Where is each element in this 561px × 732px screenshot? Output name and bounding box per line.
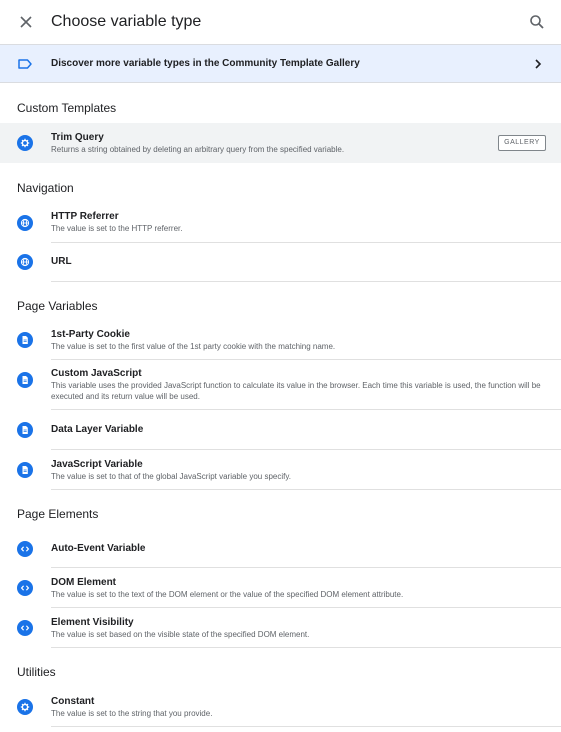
globe-icon <box>17 254 33 270</box>
item-description: Returns a string obtained by deleting an… <box>51 145 345 154</box>
item-description: The value is set to that of the global J… <box>51 472 291 481</box>
divider <box>51 726 561 727</box>
variable-type-http-referrer[interactable]: HTTP Referrer The value is set to the HT… <box>0 203 561 243</box>
item-title: URL <box>51 256 72 267</box>
variable-type-url[interactable]: URL <box>0 243 561 282</box>
close-icon[interactable] <box>16 12 36 32</box>
variable-type-1st-party-cookie[interactable]: 1st-Party Cookie The value is set to the… <box>0 321 561 360</box>
variable-type-javascript-variable[interactable]: JavaScript Variable The value is set to … <box>0 450 561 490</box>
item-title: Auto-Event Variable <box>51 543 146 554</box>
variable-type-custom-javascript[interactable]: Custom JavaScript This variable uses the… <box>0 360 561 410</box>
variable-type-auto-event-variable[interactable]: Auto-Event Variable <box>0 529 561 568</box>
gallery-badge[interactable]: GALLERY <box>498 135 546 151</box>
code-icon <box>17 580 33 596</box>
variable-type-constant[interactable]: Constant The value is set to the string … <box>0 687 561 727</box>
code-icon <box>17 620 33 636</box>
item-title: Trim Query <box>51 132 104 143</box>
document-icon <box>17 372 33 388</box>
globe-icon <box>17 215 33 231</box>
section-heading-page-elements: Page Elements <box>17 507 99 521</box>
divider <box>51 281 561 282</box>
chevron-right-icon <box>533 57 543 71</box>
item-title: JavaScript Variable <box>51 459 143 470</box>
item-title: Element Visibility <box>51 617 134 628</box>
section-heading-custom-templates: Custom Templates <box>17 101 117 115</box>
item-title: Constant <box>51 696 95 707</box>
item-title: Data Layer Variable <box>51 424 144 435</box>
item-description: The value is set to the text of the DOM … <box>51 590 404 599</box>
item-description: The value is set based on the visible st… <box>51 630 310 639</box>
section-heading-navigation: Navigation <box>17 181 74 195</box>
item-title: HTTP Referrer <box>51 211 119 222</box>
variable-type-dom-element[interactable]: DOM Element The value is set to the text… <box>0 568 561 608</box>
gear-icon <box>17 699 33 715</box>
gear-icon <box>17 135 33 151</box>
document-icon <box>17 422 33 438</box>
variable-type-data-layer-variable[interactable]: Data Layer Variable <box>0 410 561 450</box>
item-title: DOM Element <box>51 577 117 588</box>
section-heading-utilities: Utilities <box>17 665 56 679</box>
variable-type-element-visibility[interactable]: Element Visibility The value is set base… <box>0 608 561 648</box>
document-icon <box>17 462 33 478</box>
label-outline-icon <box>17 57 33 71</box>
item-description: This variable uses the provided JavaScri… <box>51 381 541 401</box>
code-icon <box>17 541 33 557</box>
item-description: The value is set to the string that you … <box>51 709 213 718</box>
divider <box>51 647 561 648</box>
variable-type-trim-query[interactable]: Trim Query Returns a string obtained by … <box>0 123 561 163</box>
item-title: Custom JavaScript <box>51 368 142 379</box>
search-icon[interactable] <box>527 12 547 32</box>
item-description: The value is set to the HTTP referrer. <box>51 224 183 233</box>
item-title: 1st-Party Cookie <box>51 329 130 340</box>
dialog-title: Choose variable type <box>51 13 202 30</box>
document-icon <box>17 332 33 348</box>
dialog-header: Choose variable type <box>0 0 561 44</box>
section-heading-page-variables: Page Variables <box>17 299 98 313</box>
item-description: The value is set to the first value of t… <box>51 342 336 351</box>
divider <box>51 489 561 490</box>
community-gallery-banner[interactable]: Discover more variable types in the Comm… <box>0 44 561 83</box>
banner-text: Discover more variable types in the Comm… <box>51 58 360 69</box>
